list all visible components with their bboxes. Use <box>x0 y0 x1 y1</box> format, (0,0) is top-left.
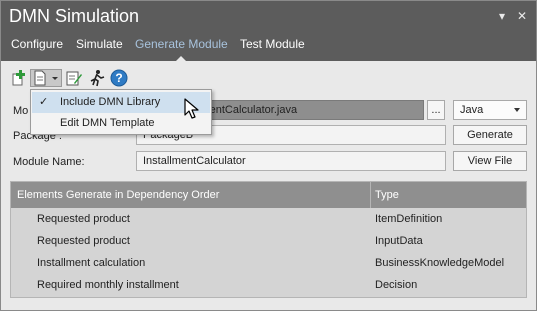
type-cell: BusinessKnowledgeModel <box>375 257 505 269</box>
run-icon[interactable] <box>88 69 106 87</box>
document-dropdown-icon[interactable] <box>30 69 62 87</box>
svg-text:?: ? <box>115 71 122 85</box>
menu-item-label: Include DMN Library <box>60 96 161 108</box>
type-cell: ItemDefinition <box>375 213 443 225</box>
module-name-label: Module Name: <box>13 156 85 168</box>
tab-configure[interactable]: Configure <box>11 37 63 51</box>
element-cell: Required monthly installment <box>37 279 179 291</box>
type-cell: InputData <box>375 235 423 247</box>
language-select[interactable]: Java <box>453 100 527 120</box>
browse-button[interactable]: ... <box>427 100 445 120</box>
module-path-label: Mo <box>13 105 29 117</box>
column-header-type[interactable]: Type <box>375 189 399 201</box>
language-select-value: Java <box>460 104 484 116</box>
chevron-down-icon[interactable]: ▾ <box>494 8 510 24</box>
table-row[interactable]: Required monthly installment Decision <box>11 274 526 296</box>
help-icon[interactable]: ? <box>110 69 128 87</box>
elements-table: Elements Generate in Dependency Order Ty… <box>10 181 527 298</box>
element-cell: Requested product <box>37 213 130 225</box>
tab-bar: Configure Simulate Generate Module Test … <box>1 31 536 61</box>
table-row[interactable]: Installment calculation BusinessKnowledg… <box>11 252 526 274</box>
generate-button[interactable]: Generate <box>453 125 527 145</box>
close-icon[interactable]: ✕ <box>514 8 530 24</box>
window-title: DMN Simulation <box>9 6 140 26</box>
column-divider <box>370 182 371 208</box>
module-name-field[interactable]: InstallmentCalculator <box>136 151 446 171</box>
element-cell: Installment calculation <box>37 257 146 269</box>
table-row[interactable]: Requested product InputData <box>11 230 526 252</box>
chevron-down-icon <box>514 108 520 112</box>
checkmark-icon: ✓ <box>39 96 49 108</box>
tab-simulate[interactable]: Simulate <box>76 37 123 51</box>
table-header: Elements Generate in Dependency Order Ty… <box>11 182 526 208</box>
tab-generate-module[interactable]: Generate Module <box>135 37 228 51</box>
edit-icon[interactable] <box>65 69 83 87</box>
dmn-simulation-window: DMN Simulation ▾ ✕ Configure Simulate Ge… <box>0 0 537 311</box>
column-header-elements[interactable]: Elements Generate in Dependency Order <box>17 189 219 201</box>
title-bar: DMN Simulation ▾ ✕ <box>1 1 536 31</box>
menu-item-label: Edit DMN Template <box>60 117 155 129</box>
table-row[interactable]: Requested product ItemDefinition <box>11 208 526 230</box>
type-cell: Decision <box>375 279 418 291</box>
mouse-cursor-icon <box>184 98 199 119</box>
tab-test-module[interactable]: Test Module <box>240 37 305 51</box>
toolbar: ? <box>1 61 536 91</box>
element-cell: Requested product <box>37 235 130 247</box>
add-icon[interactable] <box>10 69 28 87</box>
view-file-button[interactable]: View File <box>453 151 527 171</box>
